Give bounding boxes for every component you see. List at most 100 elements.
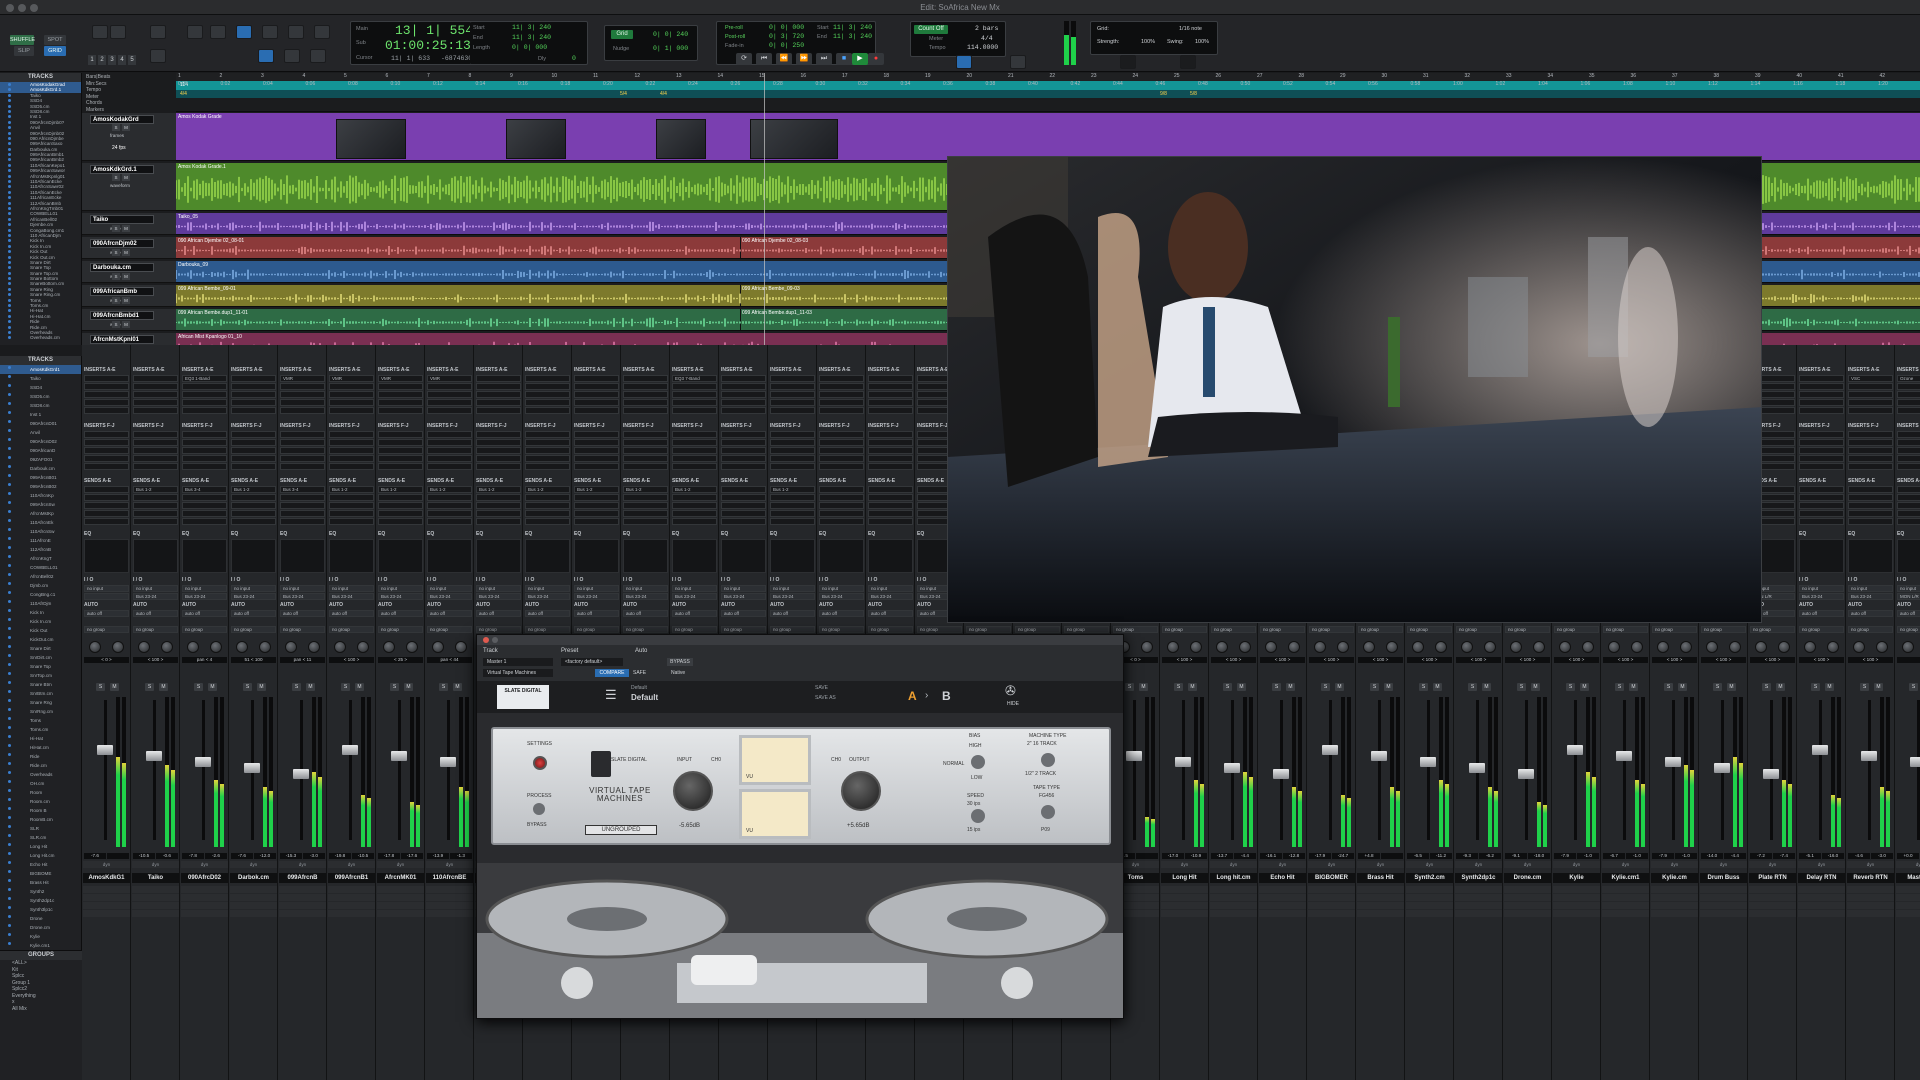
- insert-slot[interactable]: [819, 383, 864, 390]
- plugin-close-button[interactable]: [483, 637, 489, 643]
- automation-mode-selector[interactable]: auto off: [231, 610, 276, 617]
- volume-value[interactable]: -14.0: [1701, 853, 1723, 859]
- insert-slot[interactable]: [476, 447, 521, 454]
- group-item[interactable]: All Mix: [0, 1006, 82, 1013]
- zoom-preset-2[interactable]: 2: [98, 55, 106, 65]
- insert-slot[interactable]: VSC: [1848, 375, 1893, 382]
- mute-button[interactable]: M: [1825, 683, 1834, 691]
- automation-mode-selector[interactable]: auto off: [1897, 610, 1920, 617]
- volume-fader[interactable]: [1812, 745, 1828, 755]
- insert-slot[interactable]: [329, 447, 374, 454]
- track-header[interactable]: 099AfricanBmbwaveSM: [82, 285, 176, 307]
- insert-slot[interactable]: [672, 463, 717, 470]
- insert-slot[interactable]: [378, 407, 423, 414]
- insert-slot[interactable]: [182, 407, 227, 414]
- pan-knob-right[interactable]: [112, 641, 124, 653]
- group-selector[interactable]: no group: [1260, 626, 1305, 633]
- insert-slot[interactable]: [476, 407, 521, 414]
- group-selector[interactable]: no group: [1113, 626, 1158, 633]
- insert-slot[interactable]: [133, 375, 178, 382]
- insert-slot[interactable]: [133, 455, 178, 462]
- insert-slot[interactable]: [427, 439, 472, 446]
- bias-switch[interactable]: [971, 755, 985, 769]
- insert-slot[interactable]: [378, 391, 423, 398]
- insert-slot[interactable]: [427, 399, 472, 406]
- solo-button[interactable]: S: [390, 683, 399, 691]
- pan-knob-right[interactable]: [357, 641, 369, 653]
- track-name[interactable]: AmosKodakGrd: [90, 115, 154, 124]
- insert-slot[interactable]: [721, 407, 766, 414]
- insert-slot[interactable]: [182, 463, 227, 470]
- insert-slot[interactable]: [672, 391, 717, 398]
- insert-slot[interactable]: [525, 439, 570, 446]
- group-selector[interactable]: no group: [1407, 626, 1452, 633]
- mixer-list-item[interactable]: SLR: [0, 824, 81, 833]
- plugin-titlebar[interactable]: [477, 635, 1123, 645]
- mixer-list-item[interactable]: OH.cm: [0, 779, 81, 788]
- search-icon[interactable]: [1120, 55, 1136, 69]
- strip-name[interactable]: Delay RTN: [1798, 873, 1845, 883]
- insert-slot[interactable]: [378, 439, 423, 446]
- pan-knob[interactable]: [334, 641, 346, 653]
- volume-fader[interactable]: [1567, 745, 1583, 755]
- video-window[interactable]: [947, 156, 1762, 623]
- pan-knob-right[interactable]: [1631, 641, 1643, 653]
- send-slot[interactable]: [819, 494, 864, 501]
- insert-slot[interactable]: [1848, 455, 1893, 462]
- send-slot[interactable]: [574, 518, 619, 525]
- send-slot[interactable]: Bus 1-2: [623, 486, 668, 493]
- insert-slot[interactable]: VMR: [427, 375, 472, 382]
- send-slot[interactable]: [280, 510, 325, 517]
- insert-slot[interactable]: [770, 463, 815, 470]
- dyn-label[interactable]: dyn: [1847, 861, 1894, 868]
- output-selector[interactable]: Bus 23-24: [721, 593, 766, 600]
- track-header[interactable]: TaikowaveSM: [82, 213, 176, 235]
- group-selector[interactable]: no group: [525, 626, 570, 633]
- dyn-label[interactable]: dyn: [1602, 861, 1649, 868]
- send-slot[interactable]: [84, 494, 129, 501]
- mute-button[interactable]: M: [355, 683, 364, 691]
- insert-slot[interactable]: [231, 431, 276, 438]
- insert-slot[interactable]: [1897, 439, 1920, 446]
- clip-name[interactable]: Darbouka_09: [178, 262, 208, 268]
- mute-button[interactable]: M: [453, 683, 462, 691]
- send-slot[interactable]: [329, 518, 374, 525]
- save-button[interactable]: SAVE: [815, 685, 828, 691]
- insert-slot[interactable]: [231, 447, 276, 454]
- send-slot[interactable]: Bus 1-2: [770, 486, 815, 493]
- plugin-window[interactable]: Track Preset Auto Master 1 <factory defa…: [476, 634, 1124, 1019]
- insert-slot[interactable]: [84, 463, 129, 470]
- mixer-list-item[interactable]: Darbouk.cm: [0, 464, 81, 473]
- solo-button[interactable]: S: [194, 683, 203, 691]
- volume-value[interactable]: -7.8: [182, 853, 204, 859]
- track-header[interactable]: AmosKdkGrd.1 waveform S M: [82, 163, 176, 211]
- conductor-button[interactable]: [956, 55, 972, 69]
- dyn-label[interactable]: dyn: [1798, 861, 1845, 868]
- meter-value[interactable]: 4/4: [981, 35, 993, 42]
- mixer-list-item[interactable]: AfrcnKngT: [0, 554, 81, 563]
- fadein-value[interactable]: 0| 0| 250: [769, 42, 804, 49]
- output-selector[interactable]: Bus 23-24: [623, 593, 668, 600]
- ungrouped-selector[interactable]: UNGROUPED: [585, 825, 657, 835]
- insert-slot[interactable]: [868, 407, 913, 414]
- send-slot[interactable]: [1848, 494, 1893, 501]
- start-value[interactable]: 11| 3| 240: [512, 24, 551, 31]
- insert-slot[interactable]: [525, 375, 570, 382]
- send-slot[interactable]: [378, 510, 423, 517]
- mixer-list-item[interactable]: 110AfrcnSw: [0, 527, 81, 536]
- meter-marker[interactable]: 5/8: [1190, 91, 1197, 97]
- selection-counter[interactable]: Start End Length 11| 3| 240 11| 3| 240 0…: [470, 21, 588, 65]
- insert-slot[interactable]: [721, 399, 766, 406]
- mixer-list-item[interactable]: BIGBOME: [0, 869, 81, 878]
- insert-slot[interactable]: [329, 407, 374, 414]
- send-slot[interactable]: [280, 502, 325, 509]
- insert-slot[interactable]: [721, 463, 766, 470]
- eq-curve-display[interactable]: [672, 539, 717, 573]
- insert-slot[interactable]: [133, 391, 178, 398]
- automation-mode-selector[interactable]: auto off: [574, 610, 619, 617]
- play-button[interactable]: ▶: [852, 53, 868, 65]
- speed-switch[interactable]: [971, 809, 985, 823]
- strip-name[interactable]: Kylie: [1553, 873, 1600, 883]
- insert-slot[interactable]: [868, 375, 913, 382]
- send-slot[interactable]: [231, 510, 276, 517]
